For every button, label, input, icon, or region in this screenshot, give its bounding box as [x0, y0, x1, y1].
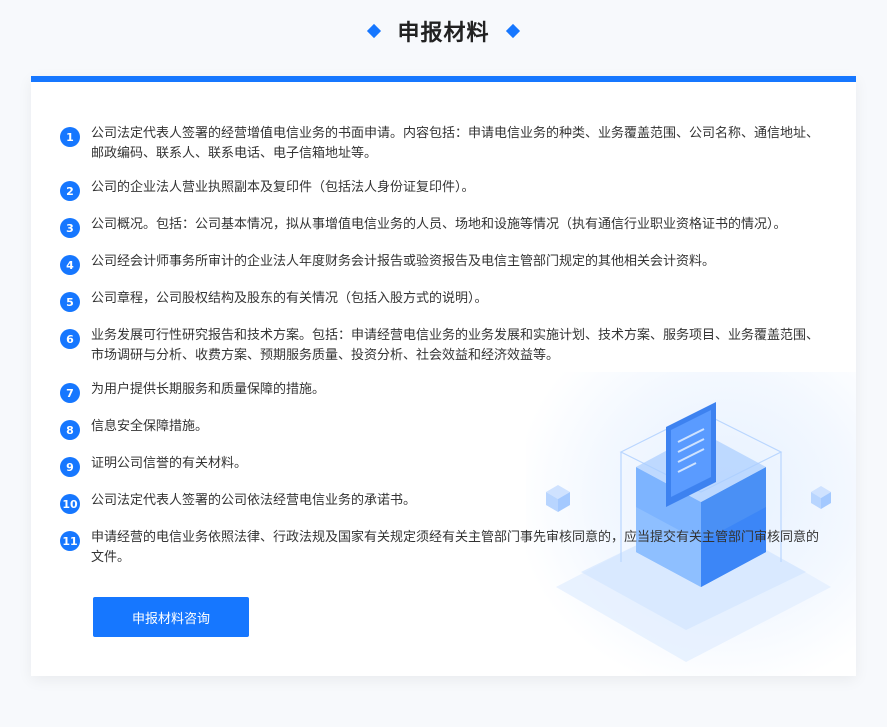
- list-item: 7 为用户提供长期服务和质量保障的措施。: [60, 380, 830, 403]
- item-number-badge: 6: [60, 329, 80, 349]
- item-text: 公司法定代表人签署的公司依法经营电信业务的承诺书。: [91, 493, 417, 508]
- item-text: 业务发展可行性研究报告和技术方案。包括：申请经营电信业务的业务发展和实施计划、技…: [91, 328, 820, 363]
- item-text: 申请经营的电信业务依照法律、行政法规及国家有关规定须经有关主管部门事先审核同意的…: [91, 530, 820, 565]
- diamond-left-icon: [367, 23, 382, 39]
- item-text: 信息安全保障措施。: [91, 419, 209, 434]
- list-item: 11 申请经营的电信业务依照法律、行政法规及国家有关规定须经有关主管部门事先审核同…: [60, 528, 830, 568]
- item-text: 公司的企业法人营业执照副本及复印件（包括法人身份证复印件）。: [91, 180, 475, 195]
- list-item: 10 公司法定代表人签署的公司依法经营电信业务的承诺书。: [60, 491, 830, 514]
- item-text: 公司概况。包括：公司基本情况，拟从事增值电信业务的人员、场地和设施等情况（执有通…: [91, 217, 787, 232]
- item-number-badge: 4: [60, 255, 80, 275]
- item-number-badge: 7: [60, 383, 80, 403]
- section-header: 申报材料: [0, 0, 887, 62]
- item-text: 证明公司信誉的有关材料。: [91, 456, 248, 471]
- item-text: 为用户提供长期服务和质量保障的措施。: [91, 382, 326, 397]
- list-item: 5 公司章程，公司股权结构及股东的有关情况（包括入股方式的说明）。: [60, 289, 830, 312]
- item-number-badge: 1: [60, 127, 80, 147]
- list-item: 3 公司概况。包括：公司基本情况，拟从事增值电信业务的人员、场地和设施等情况（执有…: [60, 215, 830, 238]
- item-text: 公司经会计师事务所审计的企业法人年度财务会计报告或验资报告及电信主管部门规定的其…: [91, 254, 716, 269]
- diamond-right-icon: [505, 23, 520, 39]
- materials-card: 1 公司法定代表人签署的经营增值电信业务的书面申请。内容包括：申请电信业务的种类、…: [31, 76, 856, 676]
- list-item: 1 公司法定代表人签署的经营增值电信业务的书面申请。内容包括：申请电信业务的种类、…: [60, 124, 830, 164]
- item-number-badge: 3: [60, 218, 80, 238]
- item-number-badge: 11: [60, 531, 80, 551]
- list-item: 6 业务发展可行性研究报告和技术方案。包括：申请经营电信业务的业务发展和实施计划、…: [60, 326, 830, 366]
- page-title: 申报材料: [397, 21, 490, 46]
- materials-list: 1 公司法定代表人签署的经营增值电信业务的书面申请。内容包括：申请电信业务的种类、…: [60, 124, 830, 582]
- item-text: 公司法定代表人签署的经营增值电信业务的书面申请。内容包括：申请电信业务的种类、业…: [91, 126, 820, 161]
- item-number-badge: 2: [60, 181, 80, 201]
- item-number-badge: 8: [60, 420, 80, 440]
- item-number-badge: 10: [60, 494, 80, 514]
- list-item: 2 公司的企业法人营业执照副本及复印件（包括法人身份证复印件）。: [60, 178, 830, 201]
- item-number-badge: 5: [60, 292, 80, 312]
- item-text: 公司章程，公司股权结构及股东的有关情况（包括入股方式的说明）。: [91, 291, 488, 306]
- list-item: 9 证明公司信誉的有关材料。: [60, 454, 830, 477]
- list-item: 8 信息安全保障措施。: [60, 417, 830, 440]
- consult-button[interactable]: 申报材料咨询: [93, 597, 249, 637]
- list-item: 4 公司经会计师事务所审计的企业法人年度财务会计报告或验资报告及电信主管部门规定的…: [60, 252, 830, 275]
- item-number-badge: 9: [60, 457, 80, 477]
